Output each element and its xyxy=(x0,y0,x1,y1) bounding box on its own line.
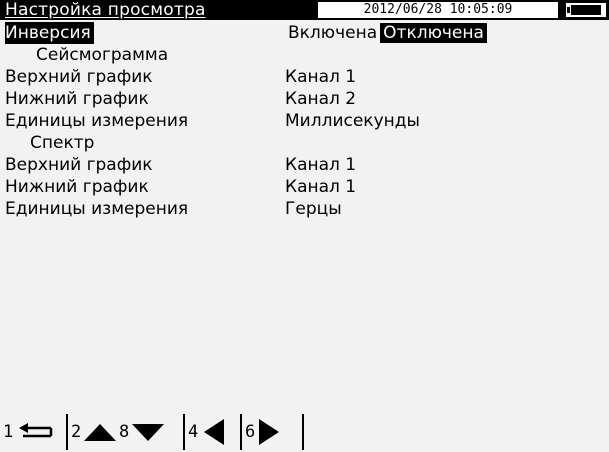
fkey-number: 6 xyxy=(245,422,256,442)
arrow-right-icon xyxy=(259,419,280,445)
option-inversion-off[interactable]: Отключена xyxy=(380,23,487,43)
setting-label-inversion: Инверсия xyxy=(5,22,94,44)
option-inversion-on[interactable]: Включена xyxy=(285,23,380,43)
setting-value[interactable]: Канал 1 xyxy=(285,154,356,176)
battery-icon xyxy=(566,3,606,17)
setting-value[interactable]: Канал 1 xyxy=(285,176,356,198)
device-screen: Настройка просмотра 2012/06/28 10:05:09 … xyxy=(0,0,609,452)
fkey-return-button[interactable]: 1 xyxy=(0,414,59,450)
fkey-right-button[interactable]: 6 xyxy=(240,414,283,450)
setting-label: Верхний график xyxy=(5,155,153,175)
fkey-divider xyxy=(302,414,305,450)
setting-value[interactable]: Канал 1 xyxy=(285,66,356,88)
fkey-left-button[interactable]: 4 xyxy=(183,414,226,450)
section-title: Сейсмограмма xyxy=(36,45,169,65)
fkey-number: 2 xyxy=(71,422,82,442)
fkey-number: 4 xyxy=(188,422,199,442)
setting-label: Нижний график xyxy=(5,177,149,197)
setting-label: Верхний график xyxy=(5,67,153,87)
arrow-left-icon xyxy=(204,419,225,445)
setting-value[interactable]: Миллисекунды xyxy=(285,110,420,132)
fkey-up-button[interactable]: 2 xyxy=(66,414,117,450)
return-icon xyxy=(19,423,53,438)
setting-label: Единицы измерения xyxy=(5,199,189,219)
fkey-down-button[interactable]: 8 xyxy=(116,414,165,450)
setting-label: Единицы измерения xyxy=(5,111,189,131)
inversion-options: Включена Отключена xyxy=(285,22,487,44)
setting-value[interactable]: Герцы xyxy=(285,198,342,220)
function-key-bar: 1 2 8 4 6 xyxy=(0,414,609,450)
fkey-number: 8 xyxy=(119,422,130,442)
arrow-up-icon xyxy=(84,424,117,441)
setting-label: Нижний график xyxy=(5,89,149,109)
title-bar: Настройка просмотра 2012/06/28 10:05:09 xyxy=(0,0,609,20)
fkey-number: 1 xyxy=(3,422,14,442)
datetime-display: 2012/06/28 10:05:09 xyxy=(318,2,558,18)
arrow-down-icon xyxy=(132,424,165,441)
page-title: Настройка просмотра xyxy=(5,0,206,20)
section-title: Спектр xyxy=(30,133,95,153)
setting-value[interactable]: Канал 2 xyxy=(285,88,356,110)
